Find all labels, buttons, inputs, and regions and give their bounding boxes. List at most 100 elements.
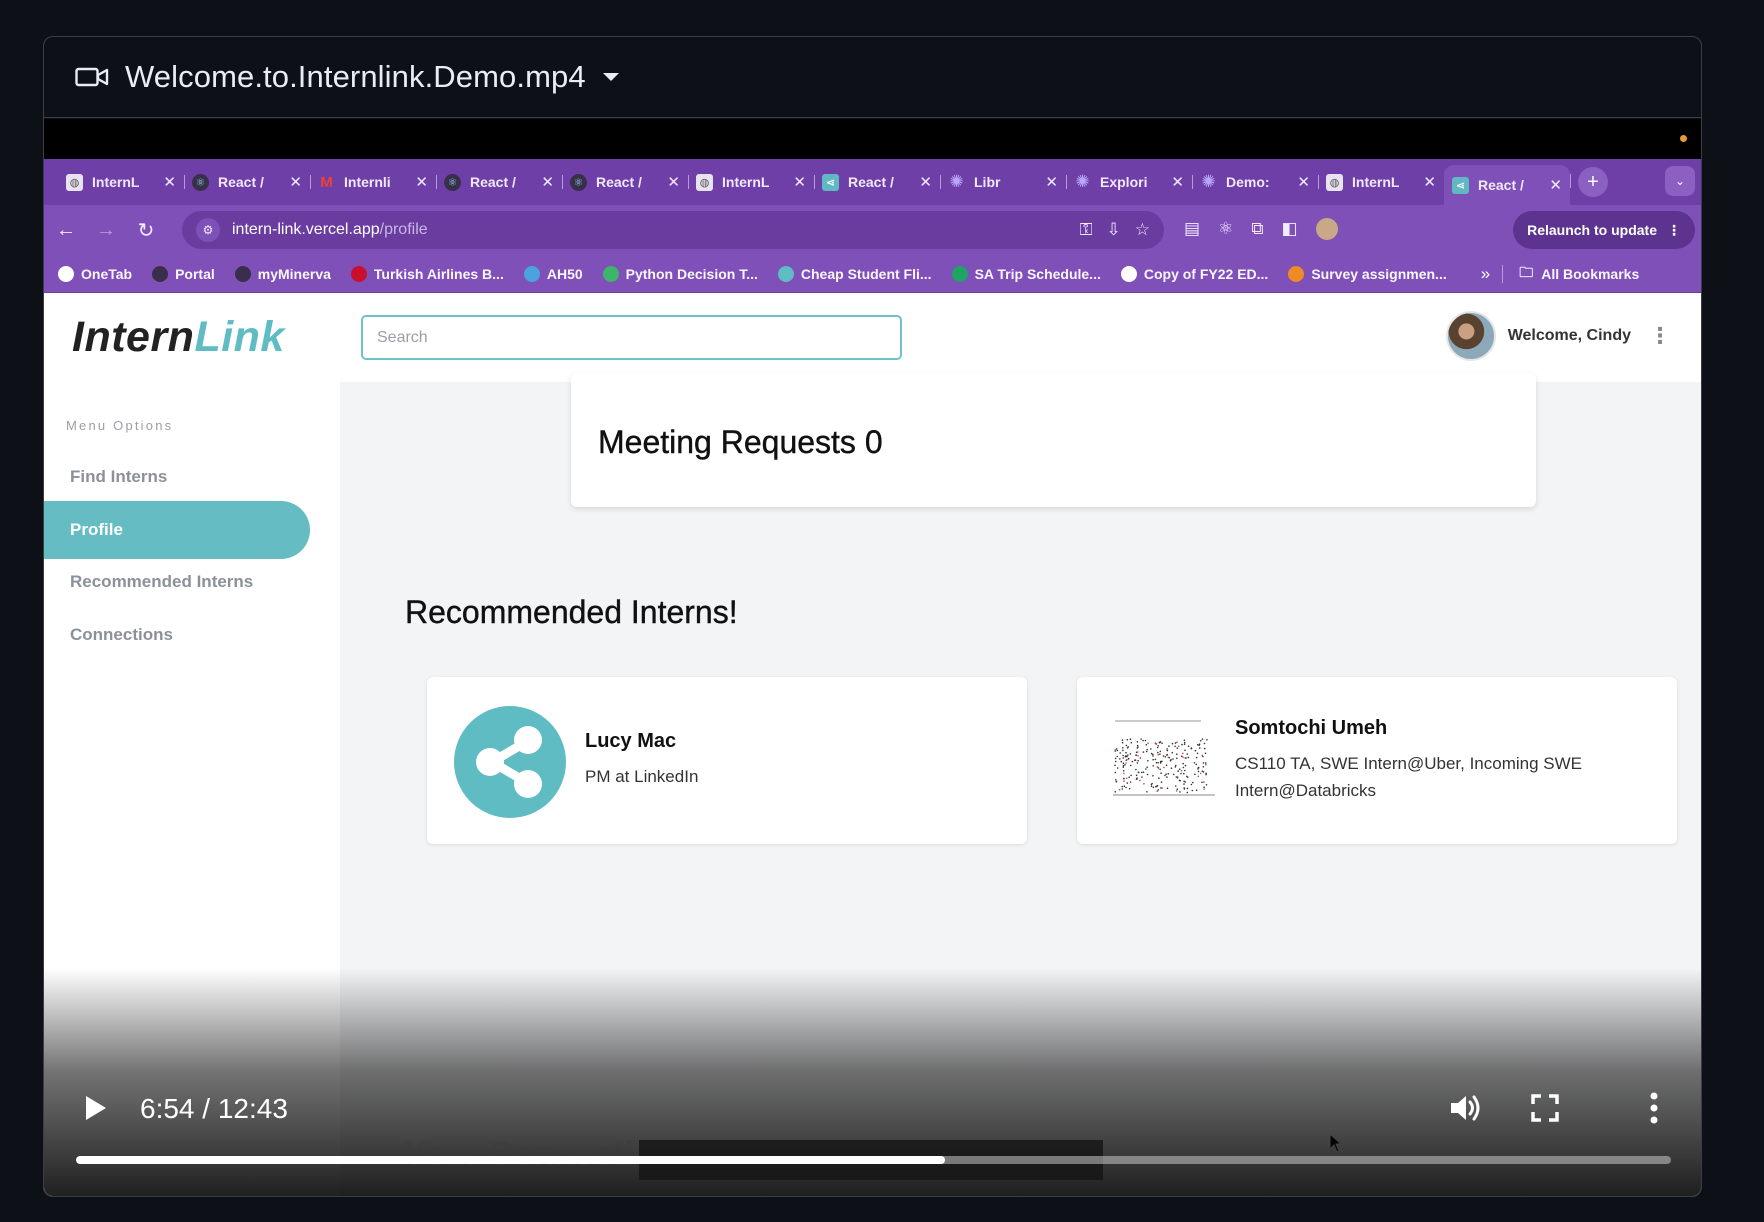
browser-tab[interactable]: ⋖ React / ✕ <box>1444 165 1571 205</box>
browser-tab[interactable]: ⚛ React / ✕ <box>562 166 689 198</box>
fullscreen-icon[interactable] <box>1531 1094 1559 1122</box>
scatter-dot <box>1145 750 1148 753</box>
scatter-dot <box>1135 768 1137 771</box>
intern-card[interactable]: Lucy Mac PM at LinkedIn <box>427 677 1027 844</box>
play-icon[interactable] <box>80 1093 110 1123</box>
scatter-dot <box>1140 771 1143 774</box>
scatter-dot <box>1165 773 1167 775</box>
site-settings-icon[interactable]: ⚙ <box>196 218 220 242</box>
scatter-dot <box>1190 747 1193 750</box>
bookmark-item[interactable]: Turkish Airlines B... <box>350 265 504 282</box>
new-tab-icon[interactable]: + <box>1578 167 1608 197</box>
kebab-menu-icon[interactable]: ⋮ <box>1649 323 1671 349</box>
all-bookmarks-button[interactable]: 🗀 All Bookmarks <box>1519 262 1639 286</box>
sidebar-item-connections[interactable]: Connections <box>44 606 310 664</box>
video-player[interactable]: ◍ InternL ✕ ⚛ React / ✕ M Internli ✕ ⚛ React / ✕ ⚛ Re… <box>44 119 1701 1196</box>
bookmark-item[interactable]: OneTab <box>58 265 132 282</box>
key-icon[interactable]: ⚿ <box>1080 220 1093 240</box>
intern-name: Lucy Mac <box>585 730 677 752</box>
extensions-puzzle-icon[interactable]: ⧉ <box>1251 219 1263 239</box>
close-tab-icon[interactable]: ✕ <box>541 173 554 191</box>
close-tab-icon[interactable]: ✕ <box>1297 173 1310 191</box>
close-tab-icon[interactable]: ✕ <box>163 173 176 191</box>
close-tab-icon[interactable]: ✕ <box>667 173 680 191</box>
reload-icon[interactable]: ↻ <box>126 218 166 243</box>
browser-tab[interactable]: ◍ InternL ✕ <box>688 166 815 198</box>
close-tab-icon[interactable]: ✕ <box>1549 176 1562 194</box>
scatter-dot <box>1184 769 1186 772</box>
sidebar-item-recommended-interns[interactable]: Recommended Interns <box>44 553 310 611</box>
bookmark-star-icon[interactable]: ☆ <box>1135 220 1150 240</box>
search-input[interactable] <box>361 315 902 360</box>
close-tab-icon[interactable]: ✕ <box>289 173 302 191</box>
close-tab-icon[interactable]: ✕ <box>1171 173 1184 191</box>
sidebar-item-profile[interactable]: Profile <box>44 501 310 559</box>
side-panel-icon[interactable]: ◧ <box>1281 219 1297 239</box>
bookmark-item[interactable]: SA Trip Schedule... <box>951 265 1101 282</box>
address-bar[interactable]: ⚙ intern-link.vercel.app/profile ⚿ ⇩ ☆ <box>182 211 1164 249</box>
avatar[interactable] <box>1445 311 1496 361</box>
kebab-menu-icon[interactable]: ⋮ <box>1667 222 1681 239</box>
browser-tab[interactable]: ◍ InternL ✕ <box>58 166 185 198</box>
browser-tab[interactable]: ⚛ React / ✕ <box>436 166 563 198</box>
bookmark-item[interactable]: Survey assignmen... <box>1288 265 1447 282</box>
browser-tab[interactable]: ✺ Libr ✕ <box>940 166 1067 198</box>
close-tab-icon[interactable]: ✕ <box>415 173 428 191</box>
scatter-dot <box>1135 751 1138 754</box>
internlink-logo[interactable]: InternLink <box>72 313 285 362</box>
bookmark-item[interactable]: Cheap Student Fli... <box>777 265 932 282</box>
forward-arrow-icon[interactable]: → <box>86 219 126 242</box>
bookmark-label: Portal <box>175 265 215 282</box>
bookmark-favicon-icon <box>523 265 540 282</box>
browser-tab[interactable]: M Internli ✕ <box>310 166 437 198</box>
scatter-dot <box>1176 747 1179 749</box>
bookmark-item[interactable]: AH50 <box>523 265 583 282</box>
scatter-dot <box>1186 753 1189 755</box>
scatter-dot <box>1141 776 1143 778</box>
bookmark-item[interactable]: Copy of FY22 ED... <box>1120 265 1268 282</box>
browser-tab[interactable]: ⚛ React / ✕ <box>184 166 311 198</box>
bookmark-item[interactable]: myMinerva <box>234 265 331 282</box>
react-devtools-icon[interactable]: ⚛ <box>1218 219 1233 239</box>
tab-search-chevron-icon[interactable]: ⌄ <box>1665 166 1695 196</box>
scatter-dot <box>1114 764 1116 767</box>
progress-bar[interactable] <box>76 1156 1671 1164</box>
gear-favicon-icon: ✺ <box>949 172 964 191</box>
more-bookmarks-icon[interactable]: » <box>1481 264 1490 284</box>
scatter-dot <box>1183 783 1185 785</box>
chevron-down-icon[interactable] <box>602 72 620 82</box>
scatter-dot <box>1163 766 1165 769</box>
relaunch-button[interactable]: Relaunch to update ⋮ <box>1513 211 1695 249</box>
document-extension-icon[interactable]: ▤ <box>1184 219 1200 239</box>
intern-card[interactable]: Somtochi Umeh CS110 TA, SWE Intern@Uber,… <box>1077 677 1677 844</box>
scatter-dot <box>1116 755 1118 758</box>
scatter-dot <box>1123 772 1125 775</box>
volume-icon[interactable] <box>1449 1092 1483 1124</box>
sidebar-item-find-interns[interactable]: Find Interns <box>44 448 310 506</box>
scatter-dot <box>1136 744 1139 747</box>
install-app-icon[interactable]: ⇩ <box>1107 220 1121 240</box>
scatter-dot <box>1122 770 1125 772</box>
browser-tab[interactable]: ◍ InternL ✕ <box>1318 166 1445 198</box>
recording-dot-icon <box>1680 135 1687 142</box>
scatter-dot <box>1119 752 1121 754</box>
back-arrow-icon[interactable]: ← <box>46 219 86 242</box>
scatter-dot <box>1122 749 1124 752</box>
bookmark-item[interactable]: Portal <box>152 265 215 282</box>
close-tab-icon[interactable]: ✕ <box>1423 173 1436 191</box>
scatter-dot <box>1125 759 1128 761</box>
profile-avatar-icon[interactable] <box>1315 218 1338 240</box>
bookmark-favicon-icon <box>152 265 169 282</box>
close-tab-icon[interactable]: ✕ <box>919 173 932 191</box>
bookmark-item[interactable]: Python Decision T... <box>602 265 758 282</box>
scatter-dot <box>1125 762 1127 764</box>
browser-tab[interactable]: ✺ Explori ✕ <box>1066 166 1193 198</box>
close-tab-icon[interactable]: ✕ <box>1045 173 1058 191</box>
bookmark-label: Cheap Student Fli... <box>800 265 932 282</box>
browser-tab[interactable]: ⋖ React / ✕ <box>814 166 941 198</box>
more-options-icon[interactable] <box>1649 1092 1659 1124</box>
scatter-dot <box>1114 760 1117 763</box>
browser-tab[interactable]: ✺ Demo: ✕ <box>1192 166 1319 198</box>
user-menu[interactable]: Welcome, Cindy ⋮ <box>1445 311 1671 361</box>
close-tab-icon[interactable]: ✕ <box>793 173 806 191</box>
